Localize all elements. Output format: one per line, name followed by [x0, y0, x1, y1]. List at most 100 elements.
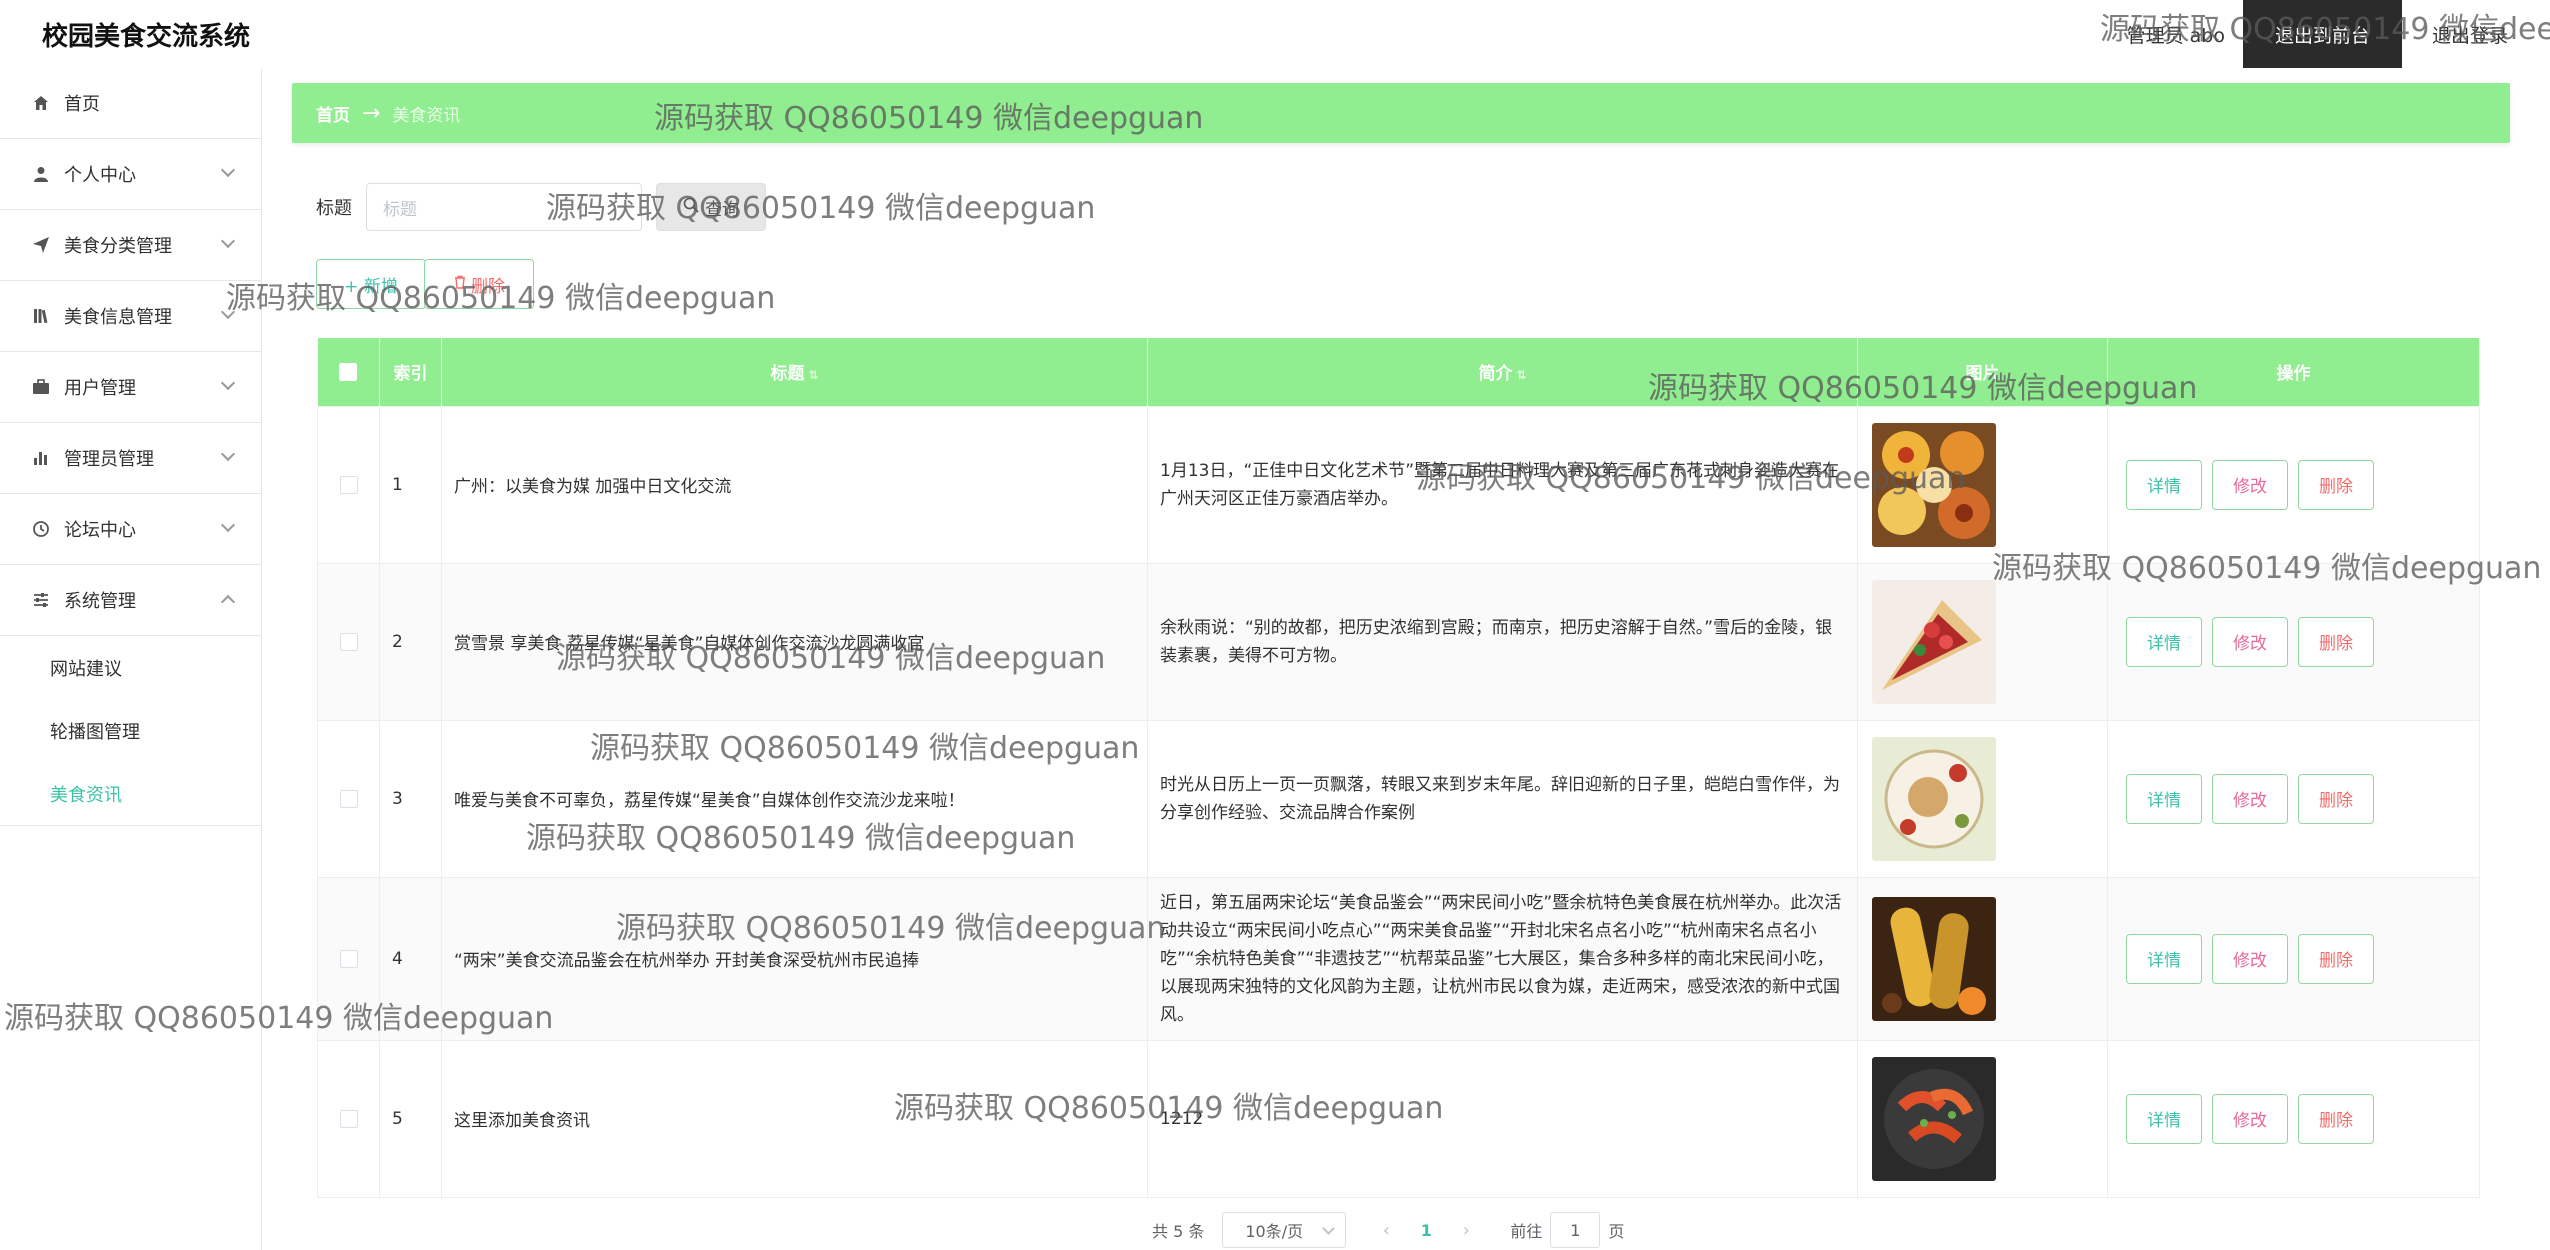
edit-button[interactable]: 修改: [2212, 616, 2288, 667]
detail-button[interactable]: 详情: [2126, 616, 2202, 667]
row-intro: 1月13日，“正佳中日文化艺术节”暨第二届中日料理大赛及第三届广东花式刺身姿造大…: [1147, 405, 1858, 564]
row-index: 3: [379, 719, 442, 878]
food-thumbnail[interactable]: [1872, 896, 1996, 1021]
sidebar-item-system-management[interactable]: 系统管理: [0, 565, 261, 636]
exit-to-front-button[interactable]: 退出到前台: [2242, 0, 2402, 68]
batch-delete-button[interactable]: 删除: [424, 259, 534, 309]
breadcrumb-home-link[interactable]: 首页: [316, 101, 350, 126]
row-ops-cell: 详情 修改 删除: [2107, 405, 2480, 564]
row-checkbox[interactable]: [339, 632, 358, 651]
goto-page-input[interactable]: 1: [1550, 1212, 1601, 1248]
sidebar-item-label: 论坛中心: [64, 520, 136, 541]
row-checkbox[interactable]: [339, 475, 358, 494]
row-select-cell: [317, 719, 380, 878]
header-index: 索引: [379, 338, 442, 406]
row-intro: 时光从日历上一页一页飘落，转眼又来到岁末年尾。辞旧迎新的日子里，皑皑白雪作伴，为…: [1147, 719, 1858, 878]
row-image-cell: [1857, 876, 2108, 1041]
food-thumbnail[interactable]: [1872, 1056, 1996, 1181]
row-image-cell: [1857, 719, 2108, 878]
edit-button[interactable]: 修改: [2212, 459, 2288, 510]
row-checkbox[interactable]: [339, 789, 358, 808]
sidebar: 首页 个人中心 美食分类管理 美食信息管理 用户管理 管理员管理 论坛中心 系统…: [0, 68, 262, 1250]
detail-button[interactable]: 详情: [2126, 773, 2202, 824]
sidebar-subitem-food-news[interactable]: 美食资讯: [0, 762, 261, 825]
food-thumbnail[interactable]: [1872, 579, 1996, 704]
clock-icon: [30, 518, 52, 540]
sidebar-subitem-suggestions[interactable]: 网站建议: [0, 636, 261, 699]
table-row: 2 赏雪景 享美食 荔星传媒“星美食”自媒体创作交流沙龙圆满收官 余秋雨说：“别…: [317, 562, 2480, 721]
row-checkbox[interactable]: [339, 949, 358, 968]
header-title[interactable]: 标题 ⇅: [441, 338, 1148, 406]
page-size-select[interactable]: 10条/页: [1222, 1212, 1347, 1248]
row-title: 广州：以美食为媒 加强中日文化交流: [441, 405, 1148, 564]
detail-button[interactable]: 详情: [2126, 1093, 2202, 1144]
delete-button[interactable]: 删除: [2298, 616, 2374, 667]
detail-button[interactable]: 详情: [2126, 933, 2202, 984]
next-page-button[interactable]: ›: [1448, 1220, 1484, 1241]
row-checkbox[interactable]: [339, 1109, 358, 1128]
edit-button[interactable]: 修改: [2212, 773, 2288, 824]
page-number[interactable]: 1: [1404, 1221, 1448, 1240]
chevron-down-icon: [220, 233, 236, 249]
header-ops: 操作: [2107, 338, 2480, 406]
query-button-label: 查询: [705, 199, 739, 220]
query-button[interactable]: 查询: [656, 183, 766, 231]
title-search-input[interactable]: 标题: [366, 183, 642, 231]
sliders-icon: [30, 589, 52, 611]
add-button[interactable]: + 新增: [316, 259, 426, 309]
search-label: 标题: [316, 198, 352, 219]
delete-button[interactable]: 删除: [2298, 933, 2374, 984]
sort-icon[interactable]: ⇅: [1516, 368, 1526, 382]
prev-page-button[interactable]: ‹: [1368, 1220, 1404, 1241]
chevron-down-icon: [220, 304, 236, 320]
row-index: 5: [379, 1039, 442, 1198]
sidebar-item-forum-center[interactable]: 论坛中心: [0, 494, 261, 565]
logout-button[interactable]: 退出登录: [2402, 21, 2550, 48]
food-thumbnail[interactable]: [1872, 422, 1996, 547]
edit-button[interactable]: 修改: [2212, 1093, 2288, 1144]
sidebar-item-label: 首页: [64, 94, 100, 115]
sidebar-item-label: 个人中心: [64, 165, 136, 186]
row-select-cell: [317, 405, 380, 564]
search-icon: [683, 197, 699, 218]
row-image-cell: [1857, 562, 2108, 721]
header-intro[interactable]: 简介 ⇅: [1147, 338, 1858, 406]
briefcase-icon: [30, 376, 52, 398]
sidebar-item-personal-center[interactable]: 个人中心: [0, 139, 261, 210]
food-news-table: 索引 标题 ⇅ 简介 ⇅ 图片 操作 1 广州：以美食为媒 加强中日文化交流 1月1…: [317, 338, 2480, 1198]
detail-button[interactable]: 详情: [2126, 459, 2202, 510]
edit-button[interactable]: 修改: [2212, 933, 2288, 984]
row-ops-cell: 详情 修改 删除: [2107, 1039, 2480, 1198]
table-row: 4 “两宋”美食交流品鉴会在杭州举办 开封美食深受杭州市民追捧 近日，第五届两宋…: [317, 876, 2480, 1041]
chevron-down-icon: [220, 162, 236, 178]
home-icon: [30, 92, 52, 114]
row-ops-cell: 详情 修改 删除: [2107, 876, 2480, 1041]
sidebar-item-label: 管理员管理: [64, 449, 154, 470]
row-index: 2: [379, 562, 442, 721]
food-thumbnail[interactable]: [1872, 736, 1996, 861]
sort-icon[interactable]: ⇅: [808, 368, 818, 382]
select-all-cell[interactable]: [317, 338, 380, 406]
row-select-cell: [317, 562, 380, 721]
library-icon: [30, 305, 52, 327]
chevron-down-icon: [220, 446, 236, 462]
sidebar-subitem-carousel[interactable]: 轮播图管理: [0, 699, 261, 762]
row-intro: 余秋雨说：“别的故都，把历史浓缩到宫殿；而南京，把历史溶解于自然。”雪后的金陵，…: [1147, 562, 1858, 721]
row-ops-cell: 详情 修改 删除: [2107, 719, 2480, 878]
delete-button[interactable]: 删除: [2298, 459, 2374, 510]
chevron-down-icon: [220, 375, 236, 391]
sidebar-item-label: 用户管理: [64, 378, 136, 399]
table-header-row: 索引 标题 ⇅ 简介 ⇅ 图片 操作: [317, 338, 2480, 406]
delete-button[interactable]: 删除: [2298, 1093, 2374, 1144]
sidebar-item-food-info[interactable]: 美食信息管理: [0, 281, 261, 352]
sidebar-item-food-category[interactable]: 美食分类管理: [0, 210, 261, 281]
sidebar-item-home[interactable]: 首页: [0, 68, 261, 139]
main-content: 标题 标题 查询 + 新增 删除 索引 标题 ⇅ 简介 ⇅ 图片 操作 1 广州…: [292, 155, 2510, 1250]
sidebar-item-admin-management[interactable]: 管理员管理: [0, 423, 261, 494]
select-all-checkbox[interactable]: [339, 362, 358, 381]
delete-button[interactable]: 删除: [2298, 773, 2374, 824]
header-title-label: 标题: [770, 364, 805, 385]
goto-label: 前往: [1510, 1222, 1543, 1241]
sidebar-item-user-management[interactable]: 用户管理: [0, 352, 261, 423]
sidebar-item-label: 系统管理: [64, 591, 136, 612]
